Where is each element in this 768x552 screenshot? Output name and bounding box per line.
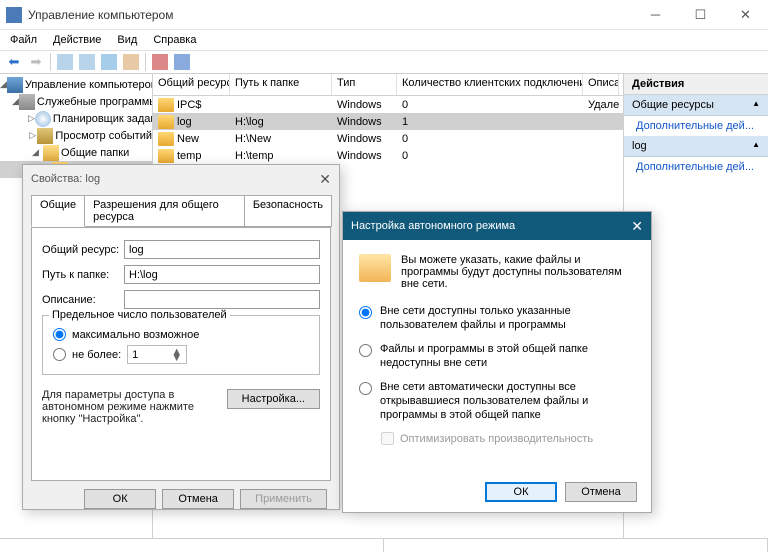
actions-group-shares[interactable]: Общие ресурсы▲ [624, 95, 768, 116]
forward-button: ➡ [26, 52, 46, 72]
label-share: Общий ресурс: [42, 244, 124, 256]
toolbar-btn-3[interactable] [99, 52, 119, 72]
back-button[interactable]: ⬅ [4, 52, 24, 72]
tab-permissions[interactable]: Разрешения для общего ресурса [84, 195, 245, 227]
menubar: Файл Действие Вид Справка [0, 30, 768, 50]
actions-more-2[interactable]: Дополнительные дей... [624, 157, 768, 177]
toolbar-btn-2[interactable] [77, 52, 97, 72]
share-icon [158, 132, 174, 146]
radio-max[interactable] [53, 328, 66, 341]
ok-button[interactable]: ОК [485, 482, 557, 502]
tree-root[interactable]: ◢Управление компьютером (л [0, 76, 152, 93]
radio-opt1[interactable] [359, 306, 372, 319]
toolbar-btn-4[interactable] [121, 52, 141, 72]
cancel-button[interactable]: Отмена [162, 489, 234, 509]
offline-hint: Для параметры доступа в автономном режим… [42, 389, 227, 425]
close-button[interactable]: ✕ [723, 0, 768, 30]
description-input[interactable] [124, 290, 320, 309]
toolbar-btn-6[interactable] [172, 52, 192, 72]
actions-group-log[interactable]: log▲ [624, 136, 768, 157]
offline-dialog: Настройка автономного режима ✕ Вы можете… [342, 211, 652, 513]
radio-nomore[interactable] [53, 348, 66, 361]
minimize-button[interactable]: ─ [633, 0, 678, 30]
properties-dialog: Свойства: log ✕ Общие Разрешения для общ… [22, 164, 340, 510]
table-row[interactable]: logH:\logWindows1 [153, 113, 623, 130]
tab-security[interactable]: Безопасность [244, 195, 332, 227]
ok-button[interactable]: ОК [84, 489, 156, 509]
tree-scheduler[interactable]: ▷Планировщик заданий [0, 110, 152, 127]
col-clients[interactable]: Количество клиентских подключений [397, 74, 583, 95]
folder-icon [359, 254, 391, 282]
optimize-checkbox [381, 432, 394, 445]
user-limit-group: Предельное число пользователей максималь… [42, 315, 320, 375]
table-row[interactable]: NewH:\NewWindows0 [153, 130, 623, 147]
titlebar: Управление компьютером ─ ☐ ✕ [0, 0, 768, 30]
share-name-input[interactable] [124, 240, 320, 259]
toolbar-btn-1[interactable] [55, 52, 75, 72]
cancel-button[interactable]: Отмена [565, 482, 637, 502]
list-header: Общий ресурс Путь к папке Тип Количество… [153, 74, 623, 96]
path-input[interactable] [124, 265, 320, 284]
radio-opt2[interactable] [359, 344, 372, 357]
tab-general[interactable]: Общие [31, 195, 85, 227]
statusbar [0, 538, 768, 552]
tree-utils[interactable]: ◢Служебные программы [0, 93, 152, 110]
menu-action[interactable]: Действие [45, 32, 109, 48]
col-share[interactable]: Общий ресурс [153, 74, 230, 95]
menu-file[interactable]: Файл [2, 32, 45, 48]
share-icon [158, 115, 174, 129]
offline-title: Настройка автономного режима ✕ [343, 212, 651, 240]
table-row[interactable]: tempH:\tempWindows0 [153, 147, 623, 164]
collapse-icon: ▲ [752, 140, 760, 152]
col-desc[interactable]: Описа [583, 74, 619, 95]
apply-button: Применить [240, 489, 327, 509]
close-icon[interactable]: ✕ [631, 218, 643, 235]
col-path[interactable]: Путь к папке [230, 74, 332, 95]
maximize-button[interactable]: ☐ [678, 0, 723, 30]
share-icon [158, 98, 174, 112]
app-icon [6, 7, 22, 23]
tree-events[interactable]: ▷Просмотр событий [0, 127, 152, 144]
actions-more-1[interactable]: Дополнительные дей... [624, 116, 768, 136]
toolbar: ⬅ ➡ [0, 50, 768, 74]
offline-info: Вы можете указать, какие файлы и програм… [401, 254, 635, 290]
toolbar-btn-5[interactable] [150, 52, 170, 72]
tabs: Общие Разрешения для общего ресурса Безо… [31, 195, 331, 227]
share-icon [158, 149, 174, 163]
menu-help[interactable]: Справка [145, 32, 204, 48]
close-icon[interactable]: ✕ [319, 171, 331, 188]
label-path: Путь к папке: [42, 269, 124, 281]
menu-view[interactable]: Вид [109, 32, 145, 48]
configure-button[interactable]: Настройка... [227, 389, 320, 409]
table-row[interactable]: IPC$Windows0Удале [153, 96, 623, 113]
user-limit-spinner[interactable]: 1▲▼ [127, 345, 187, 364]
window-title: Управление компьютером [28, 8, 633, 22]
actions-header: Действия [624, 74, 768, 95]
col-type[interactable]: Тип [332, 74, 397, 95]
radio-opt3[interactable] [359, 382, 372, 395]
tree-shared[interactable]: ◢Общие папки [0, 144, 152, 161]
properties-title: Свойства: log ✕ [23, 165, 339, 193]
collapse-icon: ▲ [752, 99, 760, 111]
label-desc: Описание: [42, 294, 124, 306]
